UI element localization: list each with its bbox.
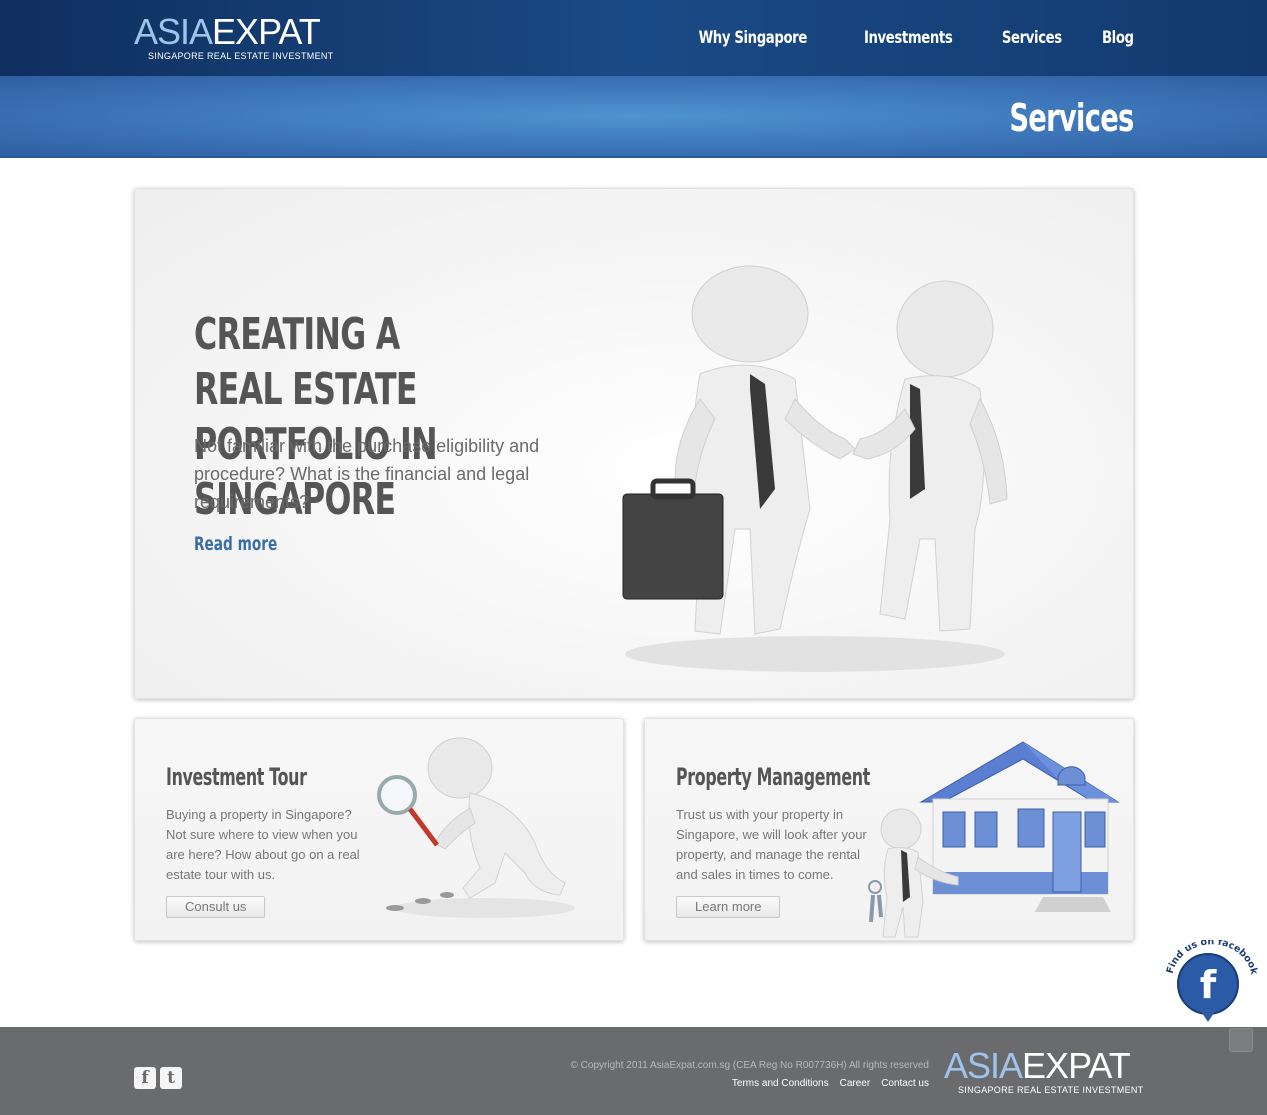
- scroll-to-top-button[interactable]: [1229, 1028, 1253, 1052]
- main-nav: Why Singapore Investments Services Blog: [668, 28, 1135, 48]
- investment-tour-card: Investment Tour Buying a property in Sin…: [134, 718, 624, 941]
- site-footer: f t © Copyright 2011 AsiaExpat.com.sg (C…: [0, 1027, 1267, 1115]
- footer-logo[interactable]: ASIAEXPAT SINGAPORE REAL ESTATE INVESTME…: [944, 1046, 1144, 1096]
- nav-investments[interactable]: Investments: [864, 28, 953, 48]
- terms-link[interactable]: Terms and Conditions: [732, 1078, 829, 1089]
- copyright-text: © Copyright 2011 AsiaExpat.com.sg (CEA R…: [570, 1060, 929, 1071]
- property-management-card: Property Management Trust us with your p…: [644, 718, 1134, 941]
- page-banner: Services: [0, 76, 1267, 158]
- hero-panel: CREATING A REAL ESTATE PORTFOLIO IN SING…: [134, 188, 1134, 699]
- site-header: ASIAEXPAT SINGAPORE REAL ESTATE INVESTME…: [0, 0, 1267, 76]
- logo-tagline: SINGAPORE REAL ESTATE INVESTMENT: [148, 51, 334, 61]
- handshake-illustration: [622, 265, 1008, 672]
- logo-tagline: SINGAPORE REAL ESTATE INVESTMENT: [958, 1085, 1144, 1095]
- card-text: Buying a property in Singapore? Not sure…: [166, 807, 360, 882]
- learn-more-button[interactable]: Learn more: [676, 896, 781, 918]
- consult-us-button[interactable]: Consult us: [166, 896, 266, 918]
- footer-links: Terms and Conditions Career Contact us: [732, 1078, 929, 1089]
- career-link[interactable]: Career: [840, 1078, 871, 1089]
- hero-text: Not familiar with the purchase eligibili…: [194, 436, 540, 512]
- logo-wordmark: ASIAEXPAT: [134, 11, 321, 52]
- nav-services[interactable]: Services: [1001, 28, 1061, 48]
- social-links: f t: [134, 1067, 182, 1089]
- card-title: Property Management: [676, 763, 870, 791]
- svg-text:f: f: [1200, 963, 1217, 1007]
- card-title: Investment Tour: [166, 763, 307, 791]
- twitter-icon[interactable]: t: [160, 1067, 182, 1089]
- house-figure-illustration: [868, 741, 1120, 938]
- facebook-icon[interactable]: f: [134, 1067, 156, 1089]
- page-title: Services: [1009, 96, 1135, 140]
- magnifier-figure-illustration: [377, 737, 575, 918]
- read-more-link[interactable]: Read more: [194, 533, 277, 555]
- site-logo[interactable]: ASIAEXPAT SINGAPORE REAL ESTATE INVESTME…: [134, 12, 334, 62]
- nav-why-singapore[interactable]: Why Singapore: [699, 28, 808, 48]
- facebook-badge[interactable]: Find us on facebook f: [1160, 940, 1260, 1022]
- logo-wordmark: ASIAEXPAT: [944, 1045, 1131, 1086]
- contact-link[interactable]: Contact us: [881, 1078, 929, 1089]
- card-text: Trust us with your property in Singapore…: [676, 807, 867, 882]
- nav-blog[interactable]: Blog: [1102, 28, 1134, 48]
